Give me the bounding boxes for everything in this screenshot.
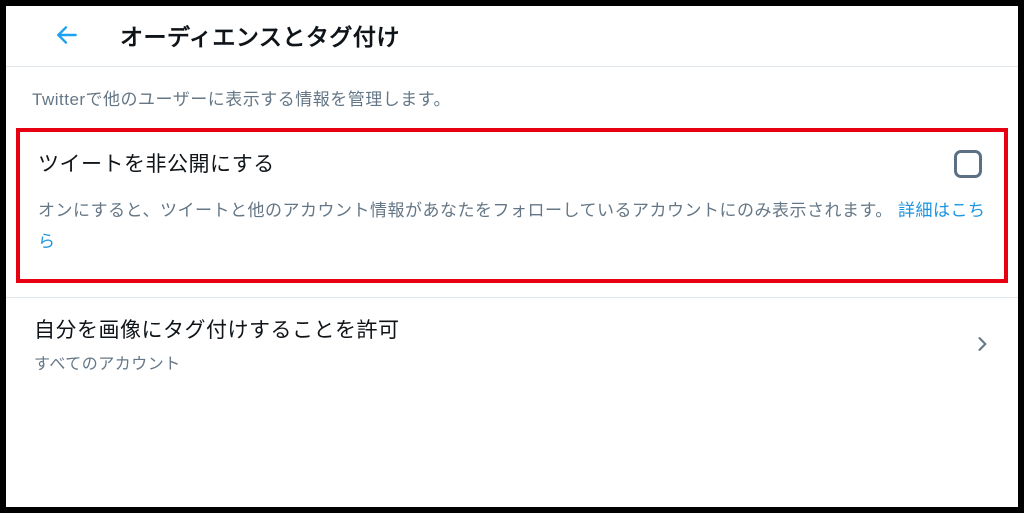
protect-tweets-section: ツイートを非公開にする オンにすると、ツイートと他のアカウント情報があなたをフォ…	[16, 128, 1008, 283]
protect-tweets-desc-text: オンにすると、ツイートと他のアカウント情報があなたをフォローしているアカウントに…	[38, 201, 898, 220]
protect-tweets-checkbox[interactable]	[954, 150, 982, 178]
protect-tweets-title: ツイートを非公開にする	[38, 148, 275, 178]
photo-tagging-content: 自分を画像にタグ付けすることを許可 すべてのアカウント	[34, 314, 400, 374]
back-arrow-icon[interactable]	[54, 22, 80, 48]
page-title: オーディエンスとタグ付け	[120, 18, 400, 52]
photo-tagging-title: 自分を画像にタグ付けすることを許可	[34, 314, 400, 344]
header: オーディエンスとタグ付け	[6, 6, 1018, 67]
chevron-right-icon	[972, 334, 992, 354]
page-description: Twitterで他のユーザーに表示する情報を管理します。	[6, 67, 1018, 128]
photo-tagging-row[interactable]: 自分を画像にタグ付けすることを許可 すべてのアカウント	[6, 298, 1018, 390]
protect-tweets-row: ツイートを非公開にする	[38, 148, 986, 196]
protect-tweets-description: オンにすると、ツイートと他のアカウント情報があなたをフォローしているアカウントに…	[38, 196, 986, 257]
photo-tagging-subtitle: すべてのアカウント	[34, 350, 400, 374]
